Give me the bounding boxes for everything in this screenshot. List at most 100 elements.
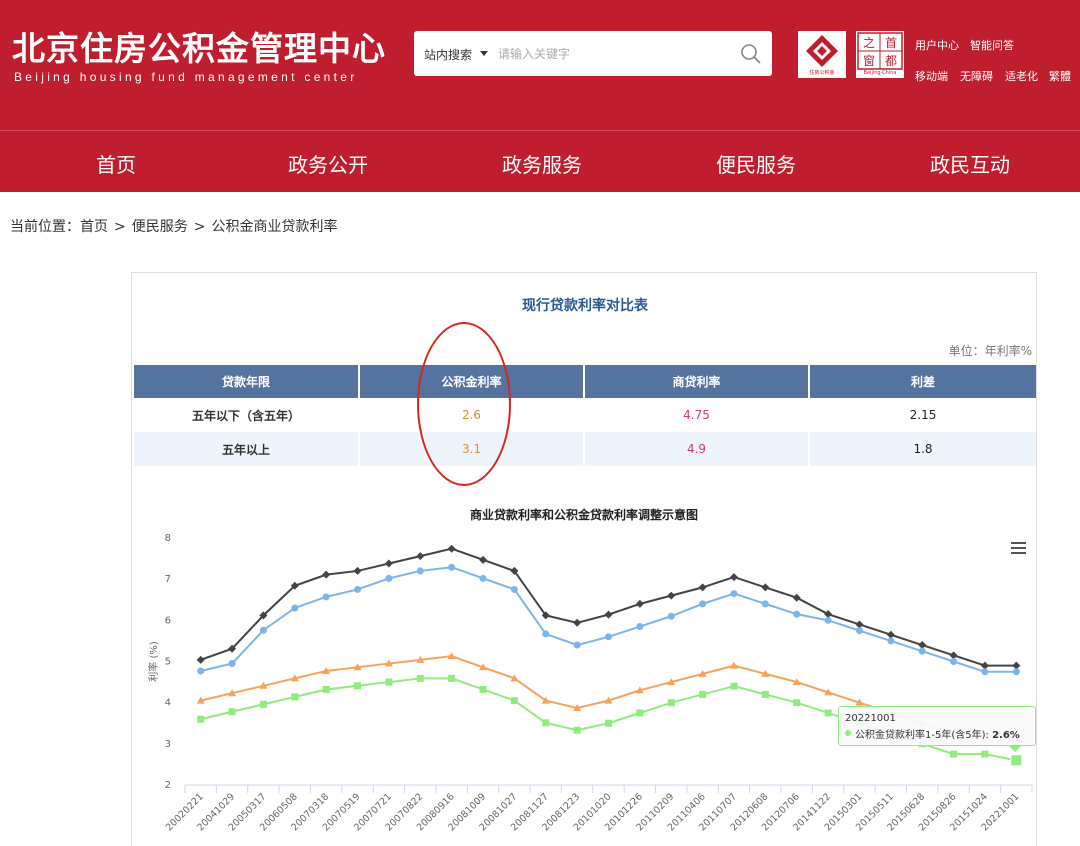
data-point [792,593,801,602]
cell-spread: 1.8 [809,432,1036,466]
data-point [416,552,425,561]
y-tick-label: 5 [165,657,171,668]
housing-fund-logo[interactable]: 住房公积金 [798,31,846,78]
nav-item-interaction[interactable]: 政民互动 [930,149,1010,178]
header-commercial-rate: 商贷利率 [584,365,810,398]
data-point [699,690,707,698]
data-point [793,610,801,618]
smart-qa-link[interactable]: 智能问答 [970,37,1014,53]
table-row: 五年以上 3.1 4.9 1.8 [134,432,1036,466]
breadcrumb-home[interactable]: 首页 [80,219,108,235]
data-point [542,630,550,638]
data-point [855,627,863,635]
accessibility-link[interactable]: 无障碍 [960,68,993,84]
data-point [887,637,895,645]
y-tick-label: 8 [165,533,171,544]
data-point [354,682,362,690]
data-point [447,544,456,553]
data-point [635,599,644,608]
data-point [981,750,989,758]
header-term: 贷款年限 [134,365,360,398]
data-point [322,593,330,601]
capital-window-logo[interactable]: 之 首 窗 都 Beijing·China [856,31,904,78]
y-tick-label: 7 [165,574,171,585]
chart-menu-icon[interactable] [1011,542,1026,554]
data-point [196,655,205,664]
data-point [322,570,331,579]
cell-term: 五年以上 [134,432,360,466]
search-box: 站内搜索 [414,31,772,76]
cell-commercial-rate: 4.75 [584,398,810,432]
data-point [699,600,707,608]
tooltip-date: 20221001 [845,713,896,724]
main-nav: 首页 政务公开 政务服务 便民服务 政民互动 [0,130,1080,192]
data-point [573,618,582,627]
data-point [259,626,267,634]
data-point [479,555,488,564]
rate-line-chart: 2345678利率 (%)200202212004102920050317200… [147,533,1033,833]
y-tick-label: 3 [165,739,171,750]
data-point [730,682,738,690]
nav-item-gov-open[interactable]: 政务公开 [288,149,368,178]
capital-window-char: 窗 [863,54,875,68]
site-subtitle: Beijing housing fund management center [14,70,358,84]
data-point [353,566,362,575]
breadcrumb-separator: > [193,219,206,235]
series-line [200,566,1017,673]
data-point [761,690,769,698]
nav-item-gov-service[interactable]: 政务服务 [502,149,582,178]
nav-item-public-service[interactable]: 便民服务 [716,149,796,178]
housing-fund-logo-caption: 住房公积金 [809,70,835,76]
highlight-circle [417,322,511,486]
chevron-down-icon[interactable] [480,51,488,56]
breadcrumb-prefix: 当前位置： [10,219,80,235]
tooltip-line: 公积金贷款利率1-5年(含5年): 2.6% [855,726,1020,741]
data-point [573,641,581,649]
highlighted-point [1010,754,1023,767]
data-point [950,658,958,665]
data-point [197,715,205,723]
data-point [542,719,550,727]
data-point [291,604,299,612]
header-spread: 利差 [809,365,1036,398]
user-center-link[interactable]: 用户中心 [915,37,959,53]
tooltip-label: 公积金贷款利率1-5年(含5年): [855,730,989,741]
site-title[interactable]: 北京住房公积金管理中心 [12,22,386,70]
data-point [667,612,675,620]
data-point [824,616,832,624]
breadcrumb-current: 公积金商业贷款利率 [211,219,338,235]
series-line [200,547,1017,667]
chart-tooltip: 20221001 公积金贷款利率1-5年(含5年): 2.6% [838,706,1036,746]
breadcrumb-public-service[interactable]: 便民服务 [132,219,188,235]
data-point [322,685,330,693]
nav-item-home[interactable]: 首页 [96,149,136,178]
traditional-chinese-link[interactable]: 繁體 [1049,68,1071,84]
search-scope-select[interactable]: 站内搜索 [424,46,472,63]
data-point [761,600,769,608]
data-point [573,726,581,734]
y-tick-label: 2 [165,780,171,791]
tooltip-value: 2.6% [992,730,1020,741]
data-point [950,750,958,758]
y-tick-label: 4 [165,698,171,709]
data-point [605,633,612,641]
data-point [448,674,456,682]
data-point [636,623,644,631]
table-row: 五年以下（含五年） 2.6 4.75 2.15 [134,398,1036,432]
elder-mode-link[interactable]: 适老化 [1005,68,1038,84]
data-point [510,697,518,705]
y-tick-label: 6 [165,615,171,626]
data-point [667,699,675,707]
data-point [730,590,738,598]
y-axis-label: 利率 (%) [147,641,160,682]
data-point [354,585,362,593]
data-point [667,591,676,600]
mobile-link[interactable]: 移动端 [915,68,948,84]
data-point [1012,668,1020,676]
search-input[interactable] [498,43,728,65]
rate-table-title: 现行贷款利率对比表 [522,298,648,314]
breadcrumb: 当前位置：首页 > 便民服务 > 公积金商业贷款利率 [10,216,343,236]
search-icon[interactable] [740,43,762,65]
data-point [228,708,236,716]
capital-window-caption: Beijing·China [863,70,897,76]
